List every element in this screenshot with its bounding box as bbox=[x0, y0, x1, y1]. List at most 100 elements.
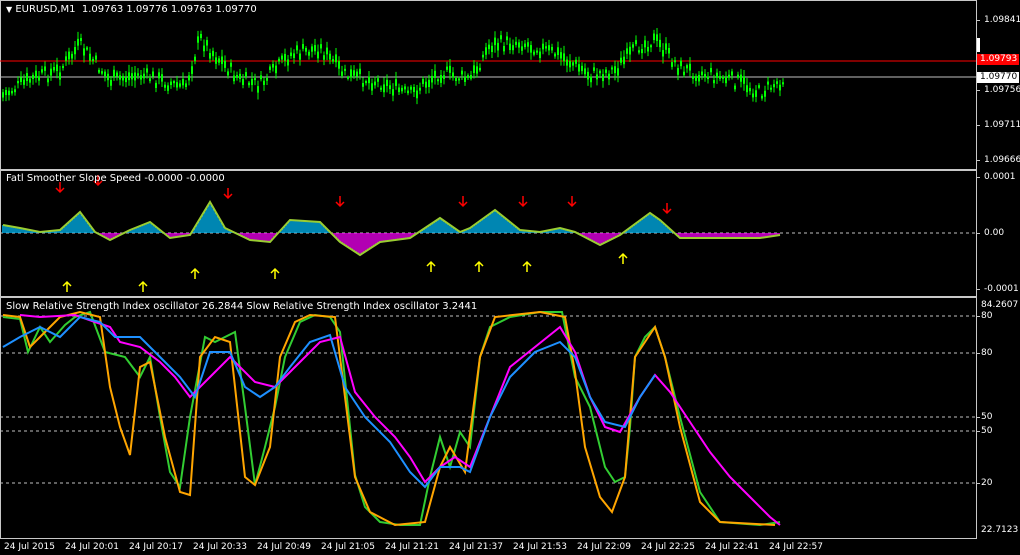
candle-body bbox=[371, 83, 373, 91]
candle-body bbox=[590, 76, 592, 83]
time-label: 24 Jul 20:01 bbox=[65, 542, 119, 552]
candle-body bbox=[356, 71, 358, 77]
sell-arrow-icon bbox=[458, 196, 468, 208]
candle-body bbox=[692, 76, 694, 79]
candle-body bbox=[761, 95, 763, 99]
candle-body bbox=[569, 61, 571, 68]
candle-body bbox=[680, 60, 682, 67]
candle-body bbox=[713, 80, 715, 84]
rsi-orange-line bbox=[2, 310, 776, 527]
price-chart-plot[interactable] bbox=[0, 0, 976, 170]
candle-body bbox=[44, 66, 46, 71]
fatl-indicator-plot[interactable] bbox=[0, 170, 976, 297]
candle-body bbox=[134, 72, 136, 81]
price-tick bbox=[976, 90, 980, 91]
candle-body bbox=[368, 76, 370, 84]
price-scale[interactable]: 1.09841 1.09756 1.09711 1.09666 bbox=[976, 0, 1020, 170]
candle-body bbox=[107, 73, 109, 81]
candle-body bbox=[407, 90, 409, 94]
candle-body bbox=[374, 81, 376, 86]
candle-body bbox=[647, 46, 649, 52]
sell-arrow-icon bbox=[567, 196, 577, 208]
candle-body bbox=[662, 50, 664, 57]
candle-body bbox=[113, 69, 115, 78]
candle-body bbox=[707, 76, 709, 80]
candle-body bbox=[35, 70, 37, 78]
candle-body bbox=[305, 47, 307, 52]
candle-body bbox=[770, 87, 772, 90]
scale-scroll-marker[interactable] bbox=[977, 38, 980, 52]
rsi-tick bbox=[976, 353, 980, 354]
candle-body bbox=[671, 62, 673, 67]
candle-body bbox=[470, 75, 472, 79]
candle-body bbox=[683, 71, 685, 76]
candle-body bbox=[98, 69, 100, 73]
time-axis[interactable]: 24 Jul 2015 24 Jul 20:01 24 Jul 20:17 24… bbox=[0, 539, 1020, 555]
candle-body bbox=[677, 68, 679, 75]
candle-body bbox=[716, 72, 718, 78]
candle-body bbox=[62, 65, 64, 69]
candle-body bbox=[293, 53, 295, 58]
candle-body bbox=[431, 75, 433, 83]
candle-body bbox=[440, 74, 442, 83]
candle-body bbox=[68, 51, 70, 60]
rsi-indicator-plot[interactable] bbox=[0, 297, 976, 539]
candle-body bbox=[704, 73, 706, 78]
candle-body bbox=[140, 75, 142, 80]
candle-body bbox=[497, 42, 499, 51]
candle-body bbox=[11, 90, 13, 94]
price-tick bbox=[976, 20, 980, 21]
fatl-indicator-pane[interactable]: Fatl Smoother Slope Speed -0.0000 -0.000… bbox=[0, 170, 1020, 297]
candle-body bbox=[287, 59, 289, 66]
candle-body bbox=[338, 61, 340, 69]
candle-body bbox=[137, 73, 139, 76]
candle-body bbox=[143, 73, 145, 79]
candle-body bbox=[731, 71, 733, 76]
candle-body bbox=[473, 65, 475, 74]
candle-body bbox=[482, 54, 484, 58]
candle-body bbox=[740, 74, 742, 82]
candle-body bbox=[197, 36, 199, 43]
candle-body bbox=[521, 46, 523, 51]
fatl-scale[interactable]: 0.0001 0.00 -0.0001 bbox=[976, 170, 1020, 297]
candle-body bbox=[206, 40, 208, 46]
candle-body bbox=[632, 44, 634, 48]
candle-body bbox=[209, 52, 211, 59]
rsi-level-label: 80 bbox=[981, 348, 993, 358]
price-chart-pane[interactable]: ▼ EURUSD,M1 1.09763 1.09776 1.09763 1.09… bbox=[0, 0, 1020, 170]
candle-body bbox=[308, 51, 310, 56]
candle-body bbox=[533, 51, 535, 55]
rsi-tick bbox=[976, 316, 980, 317]
candle-body bbox=[5, 90, 7, 96]
candle-body bbox=[383, 84, 385, 93]
candle-body bbox=[386, 79, 388, 86]
candle-body bbox=[608, 73, 610, 80]
candle-body bbox=[236, 75, 238, 78]
candle-body bbox=[557, 47, 559, 56]
candle-body bbox=[494, 37, 496, 46]
candle-body bbox=[257, 86, 259, 93]
candle-body bbox=[626, 48, 628, 54]
candle-body bbox=[512, 45, 514, 51]
fatl-level-label: 0.0001 bbox=[984, 172, 1016, 182]
rsi-scale[interactable]: 84.2607 80 80 50 50 20 22.7123 bbox=[976, 297, 1020, 539]
buy-arrow-icon bbox=[474, 260, 484, 272]
candle-body bbox=[620, 57, 622, 63]
rsi-indicator-pane[interactable]: Slow Relative Strength Index oscillator … bbox=[0, 297, 1020, 539]
candle-body bbox=[173, 81, 175, 84]
candle-body bbox=[47, 78, 49, 83]
candle-body bbox=[665, 43, 667, 50]
candle-body bbox=[428, 79, 430, 88]
candle-body bbox=[377, 78, 379, 82]
fatl-tick bbox=[976, 233, 980, 234]
candle-body bbox=[719, 75, 721, 79]
chart-menu-icon[interactable]: ▼ bbox=[6, 5, 12, 14]
candle-body bbox=[8, 90, 10, 96]
candle-body bbox=[2, 92, 4, 98]
candle-body bbox=[278, 58, 280, 62]
candle-body bbox=[695, 76, 697, 81]
candle-body bbox=[593, 67, 595, 71]
candle-body bbox=[536, 50, 538, 53]
candle-body bbox=[242, 78, 244, 85]
candle-body bbox=[779, 84, 781, 91]
